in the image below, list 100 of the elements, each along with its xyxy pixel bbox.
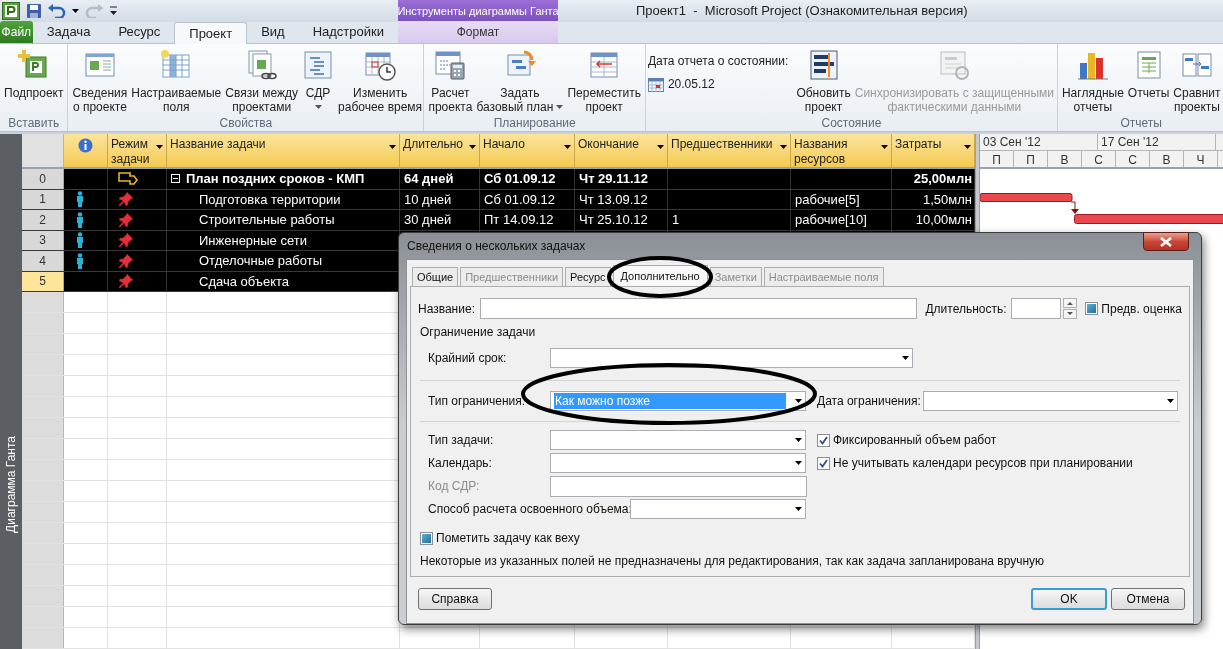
row-header[interactable]	[22, 376, 64, 396]
ribbon-tab[interactable]: Задача	[32, 21, 105, 43]
row-number[interactable]: 1	[22, 189, 64, 209]
ribbon-button[interactable]: Сведения о проекте	[70, 49, 130, 114]
corner-cell[interactable]	[22, 134, 64, 167]
checkbox[interactable]	[420, 531, 433, 545]
dialog-tab[interactable]: Дополнительно	[612, 265, 708, 286]
column-header[interactable]: Предшественники	[668, 134, 791, 167]
table-cell: рабочие[10]	[791, 210, 892, 230]
checkbox[interactable]	[817, 433, 830, 447]
spin-field[interactable]	[1011, 298, 1078, 319]
checkbox-label: Фиксированный объем работ	[833, 432, 997, 449]
sync-table-icon	[938, 49, 971, 81]
caret-icon	[795, 399, 802, 403]
caret-icon	[780, 145, 787, 149]
input-field[interactable]	[480, 298, 917, 319]
customize-icon[interactable]	[109, 6, 118, 16]
column-header[interactable]: Длительно	[400, 134, 480, 167]
row-number[interactable]: 5	[22, 271, 64, 291]
row-header[interactable]	[22, 439, 64, 459]
dialog-tab[interactable]: Общие	[412, 267, 459, 286]
table-cell: Пт 14.09.12	[480, 210, 575, 230]
status-date-label: Дата отчета о состоянии:	[647, 53, 789, 70]
row-number[interactable]: 4	[22, 251, 64, 271]
row-header[interactable]	[22, 544, 64, 564]
caret-icon	[72, 9, 79, 13]
note-text: Некоторые из указанных полей не предназначены для редактирования, так как задача запланирована вручную	[420, 553, 1045, 570]
row-number[interactable]: 3	[22, 230, 64, 250]
row-header[interactable]	[22, 607, 64, 627]
row-number[interactable]: 2	[22, 210, 64, 230]
collapse-toggle[interactable]	[171, 174, 180, 184]
undo-icon[interactable]	[48, 4, 66, 18]
cell-text: Инженерные сети	[199, 231, 307, 250]
ribbon-button[interactable]: Подпроект	[2, 49, 66, 100]
row-header[interactable]	[22, 523, 64, 543]
field-label: Способ расчета освоенного объема:	[428, 501, 630, 518]
checkbox[interactable]	[817, 456, 830, 470]
file-tab[interactable]: Файл	[0, 21, 33, 43]
ribbon-tab[interactable]: Ресурс	[104, 21, 175, 43]
dropdown[interactable]	[550, 348, 913, 368]
ribbon-button[interactable]: Наглядные отчеты	[1059, 49, 1126, 114]
timescale-label: П	[1014, 151, 1048, 167]
ribbon-button[interactable]: Переместить проект	[565, 49, 643, 114]
ribbon-button[interactable]: СДР	[300, 49, 337, 109]
ribbon-button[interactable]: Отчеты	[1125, 49, 1172, 100]
field-label: Длительность:	[925, 300, 1008, 318]
caret-icon	[964, 145, 971, 149]
row-header[interactable]	[22, 481, 64, 501]
spinner-icon[interactable]	[1063, 298, 1078, 319]
status-date-field[interactable]: 20.05.12	[647, 75, 715, 93]
row-header[interactable]	[22, 460, 64, 480]
cell-text: Строительные работы	[199, 211, 335, 229]
ribbon-tab[interactable]: Формат	[398, 21, 558, 43]
ribbon-button[interactable]: Расчет проекта	[426, 49, 475, 114]
app-icon[interactable]	[2, 2, 20, 20]
ribbon-tab[interactable]: Надстройки	[298, 21, 398, 43]
field-label: Тип задачи:	[428, 432, 495, 449]
row-header[interactable]	[22, 628, 64, 648]
row-header[interactable]	[22, 313, 64, 333]
ribbon-button[interactable]: Обновить проект	[794, 49, 853, 114]
ribbon-button[interactable]: Задать базовый план	[474, 49, 566, 114]
close-button[interactable]	[1143, 232, 1189, 251]
close-icon	[1160, 236, 1172, 247]
dialog-button[interactable]: OK	[1031, 588, 1107, 610]
row-header[interactable]	[22, 586, 64, 606]
column-header[interactable]: Название задачи	[167, 134, 400, 167]
ribbon-button[interactable]: Связи между проектами	[223, 49, 301, 114]
ribbon-button[interactable]: Настраиваемые поля	[129, 49, 224, 114]
ribbon-tab[interactable]: Вид	[247, 21, 299, 43]
timescale-label: В	[1048, 151, 1082, 167]
table-cell: 30 дней	[400, 210, 480, 230]
dialog-button[interactable]: Справка	[418, 588, 492, 610]
row-header[interactable]	[22, 292, 64, 312]
save-icon[interactable]	[26, 3, 42, 19]
column-header[interactable]: Режим задачи	[108, 134, 167, 167]
row-number[interactable]: 0	[22, 169, 64, 189]
row-header[interactable]	[22, 565, 64, 585]
checkbox[interactable]	[1085, 302, 1099, 315]
caret-icon	[902, 356, 909, 360]
dialog-tab[interactable]: Ресурс	[565, 267, 611, 286]
ribbon-button[interactable]: Сравнит проекты	[1171, 49, 1223, 114]
group-label: Состояние	[821, 115, 882, 131]
column-header[interactable]: Названия ресурсов	[791, 134, 892, 167]
row-header[interactable]	[22, 502, 64, 522]
column-header[interactable]	[64, 134, 108, 167]
column-header[interactable]: Начало	[480, 134, 575, 167]
checkbox-label: Пометить задачу как веху	[436, 530, 580, 547]
dialog-button[interactable]: Отмена	[1111, 588, 1185, 610]
row-header[interactable]	[22, 334, 64, 354]
column-header[interactable]: Окончание	[575, 134, 668, 167]
calendar-icon	[647, 76, 664, 92]
row-header[interactable]	[22, 397, 64, 417]
row-header[interactable]	[22, 418, 64, 438]
row-header[interactable]	[22, 355, 64, 375]
ribbon-button[interactable]: Изменить рабочее время	[336, 49, 425, 114]
field-label: Календарь:	[428, 455, 493, 472]
column-header[interactable]: Затраты	[892, 134, 975, 167]
timescale-label: С	[1082, 151, 1116, 167]
ribbon-tab[interactable]: Проект	[174, 22, 248, 44]
check-icon	[819, 458, 828, 468]
